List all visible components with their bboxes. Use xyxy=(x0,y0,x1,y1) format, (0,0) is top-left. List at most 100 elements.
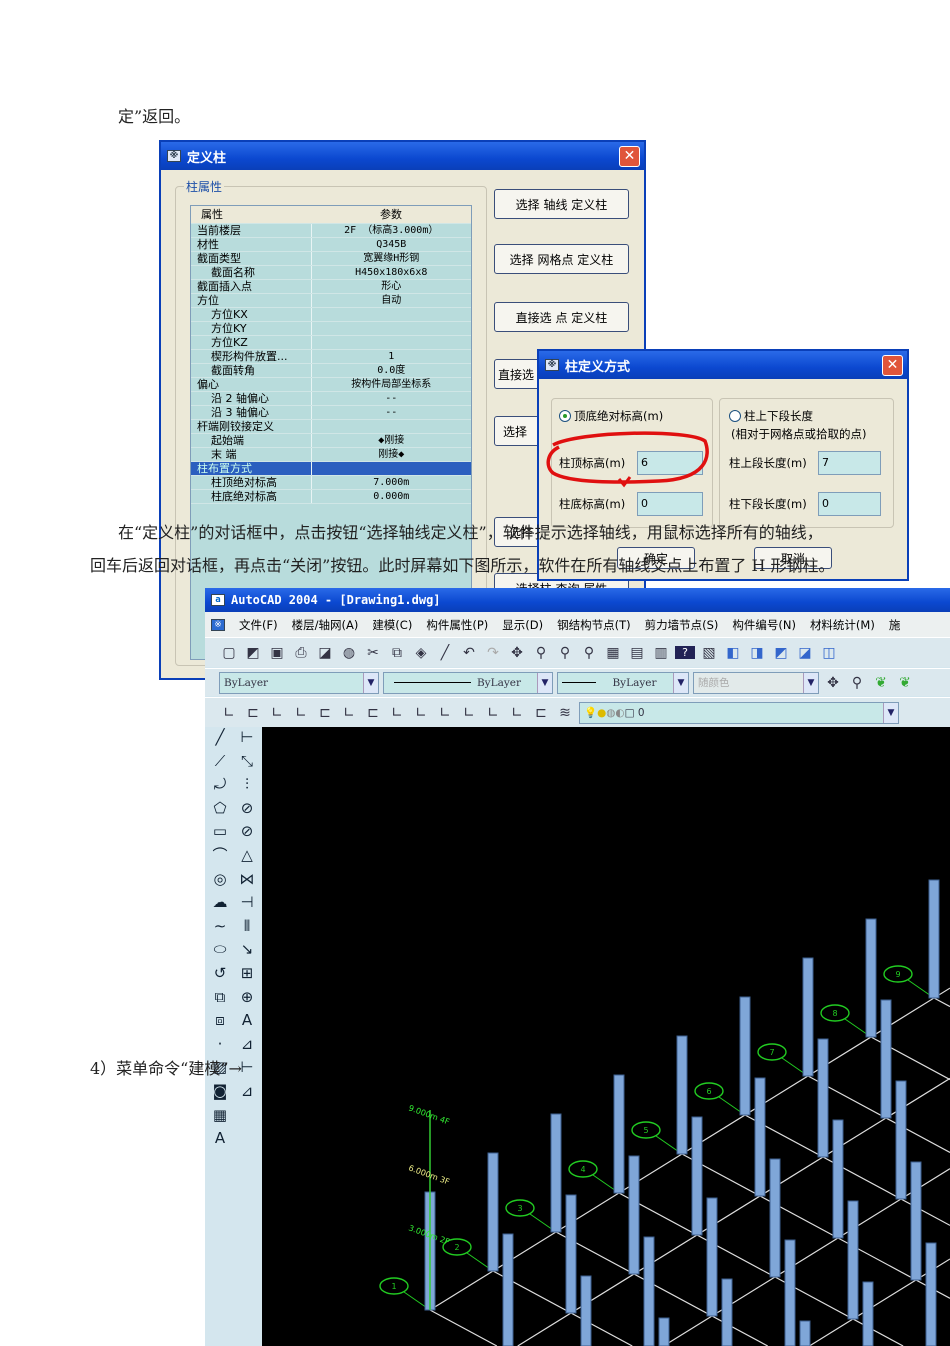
orbit-icon[interactable]: ❦ xyxy=(871,675,891,691)
cut-icon[interactable]: ✂ xyxy=(363,645,383,661)
property-value[interactable]: -- xyxy=(311,391,471,406)
construction-line-icon[interactable]: ⟋ xyxy=(215,751,226,773)
tool-palette-icon[interactable]: ▥ xyxy=(651,645,671,661)
copy-icon[interactable]: ⧉ xyxy=(387,645,407,661)
property-value[interactable]: 按构件局部坐标系 xyxy=(311,377,471,392)
match-icon[interactable]: ╱ xyxy=(435,645,455,661)
circle-icon[interactable]: ◎ xyxy=(213,869,226,891)
close-button[interactable]: ✕ xyxy=(619,146,640,167)
view-iso-icon[interactable]: ◪ xyxy=(795,645,815,661)
property-value[interactable] xyxy=(311,335,471,350)
property-value[interactable]: H450x180x6x8 xyxy=(311,265,471,280)
menu-item[interactable]: 钢结构节点(T) xyxy=(557,617,631,633)
ucs-x-icon[interactable]: ∟ xyxy=(459,705,479,721)
property-row[interactable]: 方位KY xyxy=(191,321,471,336)
property-row[interactable]: 截面转角 0.0度 xyxy=(191,363,471,378)
layer-control-combo[interactable]: 💡●◍◐□ 0 ▼ xyxy=(579,701,899,724)
property-value[interactable] xyxy=(311,321,471,336)
table-icon[interactable]: ▦ xyxy=(213,1105,227,1127)
dim-radius-icon[interactable]: ⊘ xyxy=(241,798,254,820)
property-value[interactable]: 7.000m xyxy=(311,475,471,490)
menu-item[interactable]: 文件(F) xyxy=(239,617,278,633)
property-row[interactable]: 杆端刚铰接定义 xyxy=(191,419,471,434)
menu-item[interactable]: 材料统计(M) xyxy=(810,617,875,633)
property-value[interactable]: ◆刚接 xyxy=(311,433,471,448)
tolerance-icon[interactable]: ⊞ xyxy=(241,963,254,985)
property-value[interactable]: -- xyxy=(311,405,471,420)
property-value[interactable]: 0.0度 xyxy=(311,363,471,378)
view-iso2-icon[interactable]: ◫ xyxy=(819,645,839,661)
linetype-combo[interactable]: ByLayer ▼ xyxy=(383,671,553,694)
lower-len-input[interactable]: 0 xyxy=(818,492,881,516)
save-icon[interactable]: ▣ xyxy=(267,645,287,661)
property-row[interactable]: 末 端刚接◆ xyxy=(191,447,471,462)
property-row[interactable]: 当前楼层 2F （标高3.000m） xyxy=(191,223,471,238)
ucs-icon[interactable]: ∟ xyxy=(387,705,407,721)
ellipse-icon[interactable]: ⬭ xyxy=(214,939,227,961)
preview-icon[interactable]: ◪ xyxy=(315,645,335,661)
property-row[interactable]: 偏心 按构件局部坐标系 xyxy=(191,377,471,392)
direct-point-define-button[interactable]: 直接选 点 定义柱 xyxy=(494,302,629,332)
lineweight-combo[interactable]: ByLayer ▼ xyxy=(557,671,689,694)
ucs-y-icon[interactable]: ∟ xyxy=(483,705,503,721)
property-value[interactable]: 2F （标高3.000m） xyxy=(311,223,471,238)
insert-block-icon[interactable]: ⧉ xyxy=(215,987,226,1009)
pan-icon[interactable]: ✥ xyxy=(507,645,527,661)
dim-update-icon[interactable]: ⊢ xyxy=(240,1057,253,1079)
dim-angular-icon[interactable]: △ xyxy=(241,845,253,867)
ucs-icon[interactable]: ⊏ xyxy=(363,705,383,721)
ucs-icon[interactable]: ∟ xyxy=(411,705,431,721)
new-icon[interactable]: ▢ xyxy=(219,645,239,661)
menu-item[interactable]: 建模(C) xyxy=(372,617,412,633)
design-center-icon[interactable]: ▤ xyxy=(627,645,647,661)
property-row[interactable]: 柱布置方式 xyxy=(191,461,471,476)
dialog-title-bar[interactable]: ※ 柱定义方式 xyxy=(539,351,907,379)
menu-item[interactable]: 楼层/轴网(A) xyxy=(292,617,359,633)
orbit2-icon[interactable]: ❦ xyxy=(895,675,915,691)
layers-icon[interactable]: ≋ xyxy=(555,705,575,721)
leader-icon[interactable]: ↘ xyxy=(241,939,254,961)
paste-icon[interactable]: ◈ xyxy=(411,645,431,661)
region-icon[interactable]: ◙ xyxy=(213,1081,228,1103)
ucs-icon[interactable]: ∟ xyxy=(291,705,311,721)
property-value[interactable]: Q345B xyxy=(311,237,471,252)
property-value[interactable] xyxy=(311,419,471,434)
dim-edit-icon[interactable]: A xyxy=(242,1010,252,1032)
close-button[interactable]: ✕ xyxy=(882,355,903,376)
menu-item[interactable]: 构件属性(P) xyxy=(426,617,488,633)
zoom-previous-icon[interactable]: ⚲ xyxy=(579,645,599,661)
view-side-icon[interactable]: ◩ xyxy=(771,645,791,661)
bottom-elev-input[interactable]: 0 xyxy=(637,492,703,516)
dim-aligned-icon[interactable]: ⤡ xyxy=(241,751,253,773)
dim-continue-icon[interactable]: ⫴ xyxy=(244,916,250,938)
property-value[interactable]: 形心 xyxy=(311,279,471,294)
property-row[interactable]: 方位KX xyxy=(191,307,471,322)
drawing-canvas[interactable]: 1 2 3 4 5 6 7 8 9 9.000m 4F 6.000m 3F 3.000m 2F xyxy=(262,727,950,1346)
arc-icon[interactable]: ⌒ xyxy=(212,845,227,867)
ucs-icon[interactable]: ⊏ xyxy=(315,705,335,721)
menu-item[interactable]: 施 xyxy=(889,617,901,633)
select-axis-define-button[interactable]: 选择 轴线 定义柱 xyxy=(494,189,629,219)
help-icon[interactable]: ? xyxy=(675,646,695,659)
property-row[interactable]: 截面插入点 形心 xyxy=(191,279,471,294)
properties-icon[interactable]: ▦ xyxy=(603,645,623,661)
property-row[interactable]: 柱顶绝对标高 7.000m xyxy=(191,475,471,490)
print-icon[interactable]: ⎙ xyxy=(291,645,311,661)
view-front-icon[interactable]: ◨ xyxy=(747,645,767,661)
doc-menu-icon[interactable]: ※ xyxy=(211,618,225,631)
color-combo[interactable]: 随颜色 ▼ xyxy=(693,671,819,694)
property-value[interactable] xyxy=(311,461,471,476)
open-icon[interactable]: ◩ xyxy=(243,645,263,661)
menu-item[interactable]: 显示(D) xyxy=(502,617,543,633)
autocad-title-bar[interactable]: a AutoCAD 2004 - [Drawing1.dwg] xyxy=(205,588,950,612)
dim-linear-icon[interactable]: ⊢ xyxy=(240,727,253,749)
property-value[interactable]: 宽翼缘H形钢 xyxy=(311,251,471,266)
zoom-window-icon[interactable]: ⚲ xyxy=(555,645,575,661)
center-mark-icon[interactable]: ⊕ xyxy=(241,987,254,1009)
property-value[interactable]: 0.000m xyxy=(311,489,471,504)
ucs-z-icon[interactable]: ∟ xyxy=(507,705,527,721)
undo-icon[interactable]: ↶ xyxy=(459,645,479,661)
property-row[interactable]: 截面名称 H450x180x6x8 xyxy=(191,265,471,280)
line-icon[interactable]: ╱ xyxy=(215,727,224,749)
select-grid-point-define-button[interactable]: 选择 网格点 定义柱 xyxy=(494,244,629,274)
